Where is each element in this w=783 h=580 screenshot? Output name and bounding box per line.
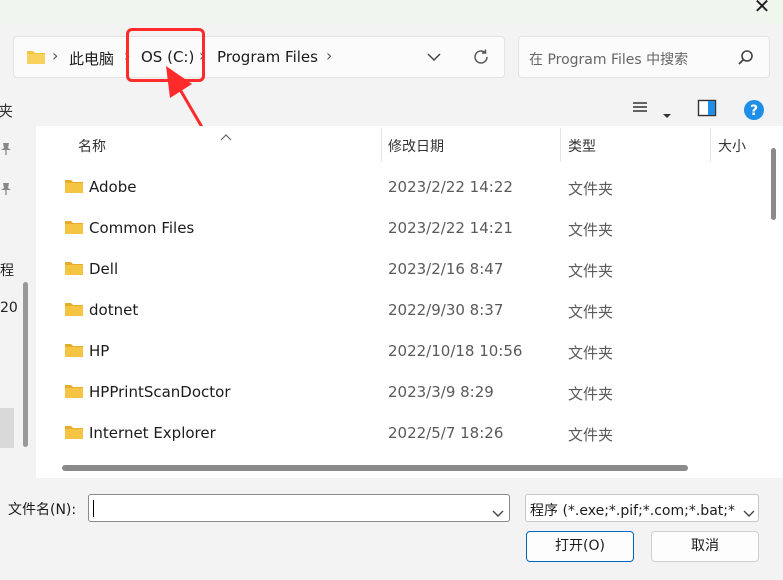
chevron-right-icon: ›: [52, 46, 59, 65]
file-date: 2022/5/7 18:26: [388, 424, 504, 442]
list-item[interactable]: Adobe 2023/2/22 14:22 文件夹: [58, 167, 758, 208]
nav-item-label[interactable]: 20: [0, 300, 18, 316]
filename-field[interactable]: [88, 494, 510, 522]
column-divider[interactable]: [560, 128, 561, 162]
file-date: 2023/2/22 14:21: [388, 219, 513, 237]
file-date: 2022/9/30 8:37: [388, 301, 504, 319]
pin-icon[interactable]: [0, 182, 12, 199]
vertical-scrollbar[interactable]: [771, 148, 776, 220]
file-type: 文件夹: [568, 426, 614, 444]
file-date: 2023/2/16 8:47: [388, 260, 504, 278]
caret-down-icon[interactable]: [662, 105, 672, 124]
list-item[interactable]: HPPrintScanDoctor 2023/3/9 8:29 文件夹: [58, 372, 758, 413]
file-type: 文件夹: [568, 180, 614, 198]
file-date: 2023/3/9 8:29: [388, 383, 494, 401]
help-icon[interactable]: ?: [743, 99, 765, 125]
file-type: 文件夹: [568, 344, 614, 362]
list-item[interactable]: Internet Explorer 2022/5/7 18:26 文件夹: [58, 413, 758, 454]
file-type: 文件夹: [568, 385, 614, 403]
folder-icon: [64, 383, 84, 403]
list-item[interactable]: dotnet 2022/9/30 8:37 文件夹: [58, 290, 758, 331]
file-list: 名称 修改日期 类型 大小 Adobe 2023/2/22 14:22 文件夹 …: [36, 126, 783, 478]
toolbar-partial-label: 夹: [0, 102, 14, 120]
folder-icon: [64, 424, 84, 444]
file-type: 文件夹: [568, 303, 614, 321]
sort-ascending-icon: [220, 126, 232, 145]
column-header-name[interactable]: 名称: [78, 136, 106, 156]
highlight-box: [126, 28, 205, 82]
folder-icon: [26, 49, 46, 69]
list-item[interactable]: Common Files 2023/2/22 14:21 文件夹: [58, 208, 758, 249]
filename-label: 文件名(N):: [8, 502, 77, 518]
preview-pane-icon[interactable]: [697, 99, 717, 121]
nav-item-label[interactable]: 程: [0, 260, 14, 280]
chevron-down-icon[interactable]: [743, 503, 755, 521]
column-divider[interactable]: [710, 128, 711, 162]
column-header-date[interactable]: 修改日期: [388, 136, 444, 156]
file-type-filter[interactable]: 程序 (*.exe;*.pif;*.com;*.bat;*: [525, 494, 759, 522]
file-name: Common Files: [89, 219, 195, 237]
cancel-button[interactable]: 取消: [651, 531, 759, 562]
search-icon[interactable]: [737, 49, 755, 71]
text-cursor: [93, 500, 94, 517]
folder-icon: [64, 342, 84, 362]
file-name: dotnet: [89, 301, 139, 319]
folder-icon: [64, 301, 84, 321]
pin-icon[interactable]: [0, 142, 12, 159]
file-name: Internet Explorer: [89, 424, 216, 442]
list-item[interactable]: HP 2022/10/18 10:56 文件夹: [58, 331, 758, 372]
chevron-down-icon[interactable]: [426, 47, 442, 71]
chevron-right-icon[interactable]: ›: [326, 46, 332, 65]
address-bar[interactable]: › 此电脑 › OS (C:) › Program Files ›: [13, 36, 505, 78]
column-header-type[interactable]: 类型: [568, 136, 596, 156]
column-divider[interactable]: [381, 128, 382, 162]
nav-scrollbar[interactable]: [23, 282, 28, 447]
nav-selected-item[interactable]: [0, 408, 14, 448]
breadcrumb-this-pc[interactable]: 此电脑: [69, 48, 114, 69]
svg-text:?: ?: [750, 103, 758, 119]
file-date: 2022/10/18 10:56: [388, 342, 523, 360]
folder-icon: [64, 178, 84, 198]
file-date: 2023/2/22 14:22: [388, 178, 513, 196]
file-name: Adobe: [89, 178, 137, 196]
open-button[interactable]: 打开(O): [526, 531, 634, 562]
view-list-icon[interactable]: [631, 100, 649, 120]
close-icon[interactable]: ✕: [748, 0, 776, 16]
search-placeholder: 在 Program Files 中搜索: [529, 52, 689, 68]
refresh-icon[interactable]: [471, 47, 491, 71]
file-type: 文件夹: [568, 262, 614, 280]
file-type: 文件夹: [568, 221, 614, 239]
folder-icon: [64, 260, 84, 280]
list-item[interactable]: Dell 2023/2/16 8:47 文件夹: [58, 249, 758, 290]
file-type-filter-value: 程序 (*.exe;*.pif;*.com;*.bat;*: [530, 503, 735, 519]
file-name: HP: [89, 342, 110, 360]
horizontal-scrollbar[interactable]: [62, 465, 688, 471]
column-header-size[interactable]: 大小: [718, 136, 746, 156]
breadcrumb-program-files[interactable]: Program Files: [217, 48, 318, 66]
title-strip: [0, 0, 783, 24]
search-input[interactable]: 在 Program Files 中搜索: [518, 36, 770, 78]
folder-icon: [64, 219, 84, 239]
chevron-down-icon[interactable]: [492, 503, 504, 522]
file-name: HPPrintScanDoctor: [89, 383, 231, 401]
file-name: Dell: [89, 260, 119, 278]
